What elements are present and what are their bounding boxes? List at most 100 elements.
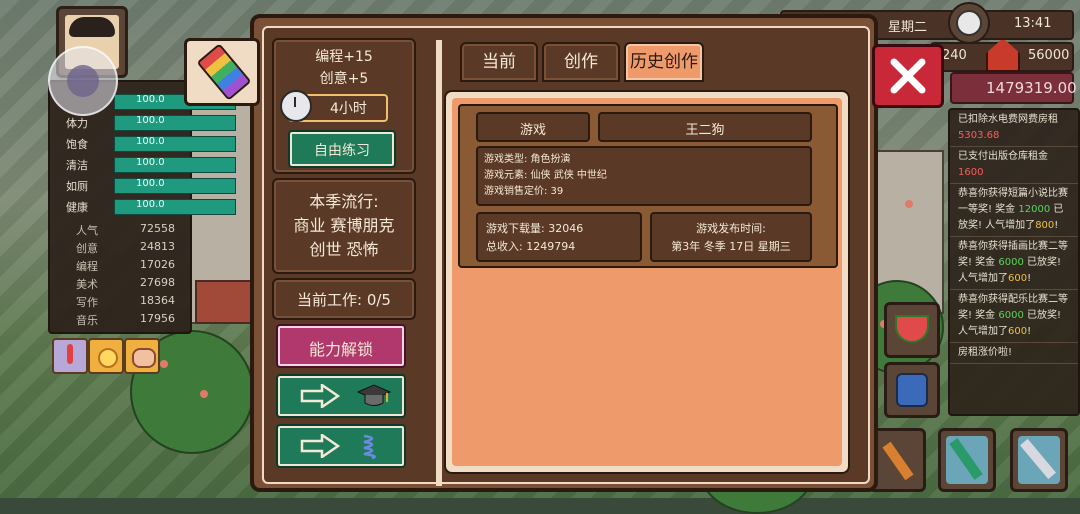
palette-button[interactable] [184, 38, 260, 106]
go-to-exercise-button[interactable] [276, 424, 406, 468]
record-sales: 游戏下载量: 32046 总收入: 1249794 [476, 212, 642, 262]
feed-item: 恭喜你获得插画比赛二等奖! 奖金 6000 已放奖! 人气增加了600! [950, 237, 1078, 290]
stat-label: 饱食 [66, 138, 88, 151]
close-button[interactable] [872, 44, 944, 108]
history-content: 游戏 王二狗 游戏类型: 角色扮演 游戏元素: 仙侠 武侠 中世纪 游戏销售定价… [444, 90, 850, 474]
pencil-button[interactable] [938, 428, 996, 492]
tab-history[interactable]: 历史创作 [624, 42, 704, 82]
arrow-right-icon [300, 384, 340, 408]
attribute-label: 美术 [76, 278, 98, 291]
stomach-icon[interactable] [124, 338, 160, 374]
wrench-button[interactable] [1010, 428, 1068, 492]
house-icon [986, 38, 1020, 72]
resource-bar: 240 56000 [930, 38, 1074, 72]
tab-create[interactable]: 创作 [542, 42, 620, 82]
stat-value: 100.0 [136, 136, 165, 147]
stat-label: 体力 [66, 117, 88, 130]
stat-label: 如厕 [66, 180, 88, 193]
record-category: 游戏 [476, 112, 590, 142]
trend-title: 本季流行: [309, 192, 379, 211]
column-divider [436, 40, 442, 486]
clock-icon [948, 2, 990, 44]
trend-line-1: 商业 赛博朋克 [293, 216, 395, 235]
history-record: 游戏 王二狗 游戏类型: 角色扮演 游戏元素: 仙侠 武侠 中世纪 游戏销售定价… [458, 104, 838, 268]
record-details: 游戏类型: 角色扮演 游戏元素: 仙侠 武侠 中世纪 游戏销售定价: 39 [476, 146, 812, 206]
go-to-school-button[interactable] [276, 374, 406, 418]
backpack-icon [896, 373, 928, 407]
stat-bar-row: 如厕 100.0 [56, 176, 236, 194]
stat-bar [114, 136, 236, 152]
stat-label: 健康 [66, 201, 88, 214]
watermelon-button[interactable] [884, 302, 940, 358]
skill-gain-programming: 编程+15 [315, 49, 373, 65]
attribute-value: 27698 [140, 276, 175, 289]
unlock-ability-label: 能力解锁 [308, 340, 373, 359]
spring-icon [363, 434, 376, 460]
attribute-row: 创意 24813 [56, 238, 186, 256]
event-feed: 已扣除水电费网费房租 5303.68 已支付出版仓库租金 1600 恭喜你获得短… [948, 108, 1080, 416]
floating-assist-button[interactable] [48, 46, 118, 116]
attribute-value: 17026 [140, 258, 175, 271]
stat-bar [114, 157, 236, 173]
stat-bar-row: 饱食 100.0 [56, 134, 236, 152]
attribute-label: 创意 [76, 242, 98, 255]
skill-gain-creativity: 创意+5 [319, 71, 369, 87]
trend-card: 本季流行: 商业 赛博朋克 创世 恐怖 [272, 178, 416, 274]
brush-icon [882, 441, 914, 481]
unlock-ability-button[interactable]: 能力解锁 [276, 324, 406, 368]
game-price: 游戏销售定价: 39 [484, 186, 564, 197]
release-date: 第3年 冬季 17日 星期三 [671, 240, 791, 253]
current-work-count: 当前工作: 0/5 [297, 291, 391, 309]
stat-label: 清洁 [66, 159, 88, 172]
money-display: 1479319.00 [950, 72, 1077, 104]
stat-bar [114, 178, 236, 194]
resource-right-value: 56000 [1028, 48, 1070, 63]
stopwatch-icon [280, 90, 312, 122]
download-count: 游戏下载量: 32046 [486, 222, 584, 235]
watermelon-icon [895, 315, 929, 343]
attribute-row: 美术 27698 [56, 274, 186, 292]
attribute-row: 写作 18364 [56, 292, 186, 310]
stat-value: 100.0 [136, 94, 165, 105]
stat-bar [114, 115, 236, 131]
flower [905, 200, 913, 208]
money-value: 1479319.00 [986, 79, 1077, 97]
attribute-value: 18364 [140, 294, 175, 307]
attribute-row: 音乐 17956 [56, 310, 186, 328]
game-type: 游戏类型: 角色扮演 [484, 154, 571, 165]
free-practice-button[interactable]: 自由练习 [288, 130, 396, 168]
stat-value: 100.0 [136, 115, 165, 126]
game-elements: 游戏元素: 仙侠 武侠 中世纪 [484, 170, 607, 181]
feed-item: 已支付出版仓库租金 1600 [950, 147, 1078, 184]
assist-dot-icon [67, 65, 99, 97]
sun-icon[interactable] [88, 338, 124, 374]
flower [160, 360, 168, 368]
thermometer-icon[interactable] [52, 338, 88, 374]
attribute-value: 24813 [140, 240, 175, 253]
practice-card: 编程+15 创意+5 4小时 自由练习 [272, 38, 416, 174]
stat-value: 100.0 [136, 199, 165, 210]
stat-bar-row: 体力 100.0 [56, 113, 236, 131]
attribute-label: 音乐 [76, 314, 98, 327]
record-release: 游戏发布时间: 第3年 冬季 17日 星期三 [650, 212, 812, 262]
dialog-left-column: 编程+15 创意+5 4小时 自由练习 本季流行: 商业 赛博朋克 创世 恐怖 [272, 38, 416, 478]
stat-bar [114, 199, 236, 215]
attribute-value: 72558 [140, 222, 175, 235]
avatar-hair [69, 17, 115, 37]
attribute-label: 人气 [76, 224, 98, 237]
work-card: 当前工作: 0/5 [272, 278, 416, 320]
tab-current[interactable]: 当前 [460, 42, 538, 82]
duration-label: 4小时 [330, 101, 367, 117]
palette-icon [196, 43, 252, 101]
resource-left-value: 240 [942, 48, 967, 63]
backpack-button[interactable] [884, 362, 940, 418]
feed-item: 已扣除水电费网费房租 5303.68 [950, 110, 1078, 147]
arrow-right-icon [300, 434, 340, 458]
feed-item: 恭喜你获得配乐比赛二等奖! 奖金 6000 已放奖! 人气增加了600! [950, 290, 1078, 343]
clock-time: 13:41 [1014, 16, 1052, 31]
attribute-value: 17956 [140, 312, 175, 325]
attribute-label: 写作 [76, 296, 98, 309]
stat-bar-row: 清洁 100.0 [56, 155, 236, 173]
weekday: 星期二 [888, 20, 928, 35]
close-icon [890, 58, 926, 94]
